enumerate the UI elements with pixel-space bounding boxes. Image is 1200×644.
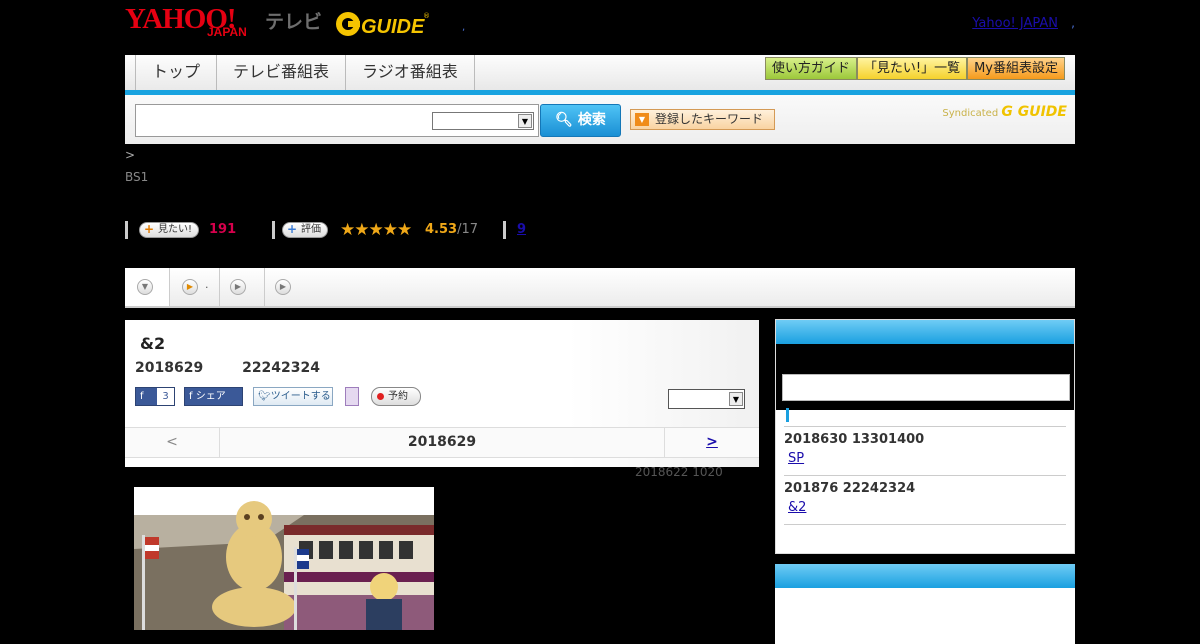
rating-count: /17 <box>457 222 478 237</box>
list-item[interactable]: 201876 22242324 &2 <box>784 475 1066 524</box>
yahoo-japan-logo-text: JAPAN <box>207 25 247 39</box>
record-dot-icon <box>377 393 384 400</box>
registered-keywords-button[interactable]: ▼ 登録したキーワード <box>630 109 775 130</box>
program-time: 22242324 <box>242 360 321 376</box>
sidebar-panel-2 <box>775 564 1075 644</box>
svg-text:®: ® <box>423 12 430 20</box>
review-count-link[interactable]: 9 <box>517 222 526 237</box>
divider <box>125 221 128 239</box>
nav-tab-tv-listings[interactable]: テレビ番組表 <box>217 55 347 90</box>
registered-keywords-label: 登録したキーワード <box>655 112 764 126</box>
tab-4[interactable]: ▶ <box>265 268 310 306</box>
tab-2-label: . <box>205 278 209 291</box>
my-listing-settings-button[interactable]: My番組表設定 <box>967 57 1065 80</box>
syndicated-gguide-logo: Syndicated G GUIDE <box>942 104 1067 120</box>
pager-current-date: 2018629 <box>407 434 477 450</box>
tv-logo[interactable]: テレビ <box>265 7 322 34</box>
channel-name: BS1 <box>125 170 149 184</box>
play-icon: ▶ <box>230 279 246 295</box>
list-item-link[interactable]: &2 <box>784 500 810 515</box>
twitter-bird-icon: 🐦︎ <box>258 391 271 402</box>
chevron-down-icon: ▼ <box>137 279 153 295</box>
divider <box>272 221 275 239</box>
search-icon: 🔍︎ <box>555 112 573 128</box>
program-tabbar: ▼ ▶ . ▶ ▶ <box>125 268 1075 308</box>
plus-icon: + <box>286 222 298 236</box>
play-icon: ▶ <box>275 279 291 295</box>
program-title: &2 <box>140 334 166 353</box>
list-item-date: 2018630 13301400 <box>784 432 925 447</box>
facebook-icon: f <box>140 391 144 402</box>
tab-2[interactable]: ▶ . <box>170 268 220 306</box>
pager-prev-link[interactable]: < <box>125 428 220 457</box>
program-photo-image <box>134 487 434 630</box>
search-button-label: 検索 <box>577 112 606 128</box>
svg-text:GUIDE: GUIDE <box>361 16 425 38</box>
dropdown-triangle-icon: ▼ <box>635 113 649 126</box>
chevron-down-icon: ▼ <box>518 114 532 128</box>
search-category-select[interactable]: ▼ <box>432 112 534 130</box>
plus-icon: + <box>143 222 155 236</box>
rate-button[interactable]: + 評価 <box>282 222 328 238</box>
page: YAHOO! JAPAN テレビ GUIDE ® , Yahoo! JAPAN … <box>125 0 1075 644</box>
nav-tab-radio-listings[interactable]: ラジオ番組表 <box>346 55 475 90</box>
program-date: 2018629 <box>135 360 204 376</box>
play-icon: ▶ <box>182 279 198 295</box>
list-item-date: 201876 22242324 <box>784 481 916 496</box>
header-separator: , <box>462 22 466 33</box>
syndicated-logo-text: G GUIDE <box>1001 104 1067 120</box>
reserve-button[interactable]: 予約 <box>371 387 421 406</box>
divider <box>784 524 1066 525</box>
program-datetime: 2018629 22242324 <box>135 360 320 376</box>
mitai-label: 見たい! <box>158 224 193 235</box>
mitai-list-button[interactable]: 「見たい!」一覧 <box>856 57 968 80</box>
breadcrumb: > <box>125 148 136 162</box>
sidebar-panel-header <box>776 320 1074 344</box>
pager-next-link[interactable]: > <box>664 428 759 457</box>
gguide-logo[interactable]: GUIDE ® <box>335 8 431 40</box>
search-button[interactable]: 🔍︎ 検索 <box>540 104 621 137</box>
facebook-like-button[interactable]: f 3 <box>135 387 175 406</box>
list-item[interactable]: 2018630 13301400 SP <box>784 426 1066 475</box>
section-marker <box>786 408 789 422</box>
sidebar-input[interactable] <box>782 374 1070 401</box>
date-pager: < 2018629 > <box>125 427 759 458</box>
chevron-down-icon: ▼ <box>729 392 743 406</box>
tweet-label: ツイートする <box>270 391 331 402</box>
facebook-icon: f <box>189 391 196 402</box>
syndicated-label: Syndicated <box>942 108 999 119</box>
nav-right-buttons: 使い方ガイド 「見たい!」一覧 My番組表設定 <box>764 57 1065 80</box>
calendar-add-icon[interactable] <box>345 387 359 406</box>
yahoo-japan-link[interactable]: Yahoo! JAPAN <box>972 16 1058 31</box>
header: YAHOO! JAPAN テレビ GUIDE ® , Yahoo! JAPAN … <box>125 0 1075 55</box>
divider <box>503 221 506 239</box>
search-bar: ▼ 🔍︎ 検索 ▼ 登録したキーワード Syndicated G GUIDE <box>125 95 1075 144</box>
program-photo <box>134 487 434 630</box>
mitai-count: 191 <box>209 222 237 237</box>
rating-score: 4.53 <box>425 222 458 237</box>
tab-detail[interactable]: ▼ <box>125 268 170 306</box>
program-panel: &2 2018629 22242324 f 3 f シェア 🐦︎ツイートする 予… <box>125 320 759 467</box>
mitai-button[interactable]: + 見たい! <box>139 222 200 238</box>
nav-tab-top[interactable]: トップ <box>136 55 218 90</box>
sidebar-schedule-panel: 2018630 13301400 SP 201876 22242324 &2 <box>775 319 1075 554</box>
updated-timestamp: 2018622 1020 <box>635 465 723 479</box>
tweet-button[interactable]: 🐦︎ツイートする <box>253 387 333 406</box>
header-separator-2: , <box>1071 16 1075 30</box>
rating-stars: ★★★★★ <box>340 220 412 240</box>
program-select[interactable]: ▼ <box>668 389 745 409</box>
facebook-share-button[interactable]: f シェア <box>184 387 243 406</box>
rate-label: 評価 <box>301 224 321 235</box>
main-nav: トップ テレビ番組表 ラジオ番組表 使い方ガイド 「見たい!」一覧 My番組表設… <box>125 55 1075 95</box>
sidebar-panel-2-header <box>775 564 1075 588</box>
program-stats: + 見たい! 191 + 評価 ★★★★★ 4.53/17 9 <box>125 220 625 240</box>
reserve-label: 予約 <box>388 391 408 402</box>
rating-value: 4.53/17 <box>425 222 478 237</box>
guide-button[interactable]: 使い方ガイド <box>764 57 857 80</box>
facebook-like-count: 3 <box>157 388 174 405</box>
nav-tabs: トップ テレビ番組表 ラジオ番組表 <box>135 55 475 90</box>
list-item-link[interactable]: SP <box>784 451 808 466</box>
facebook-share-label: シェア <box>195 391 226 402</box>
tab-3[interactable]: ▶ <box>220 268 265 306</box>
